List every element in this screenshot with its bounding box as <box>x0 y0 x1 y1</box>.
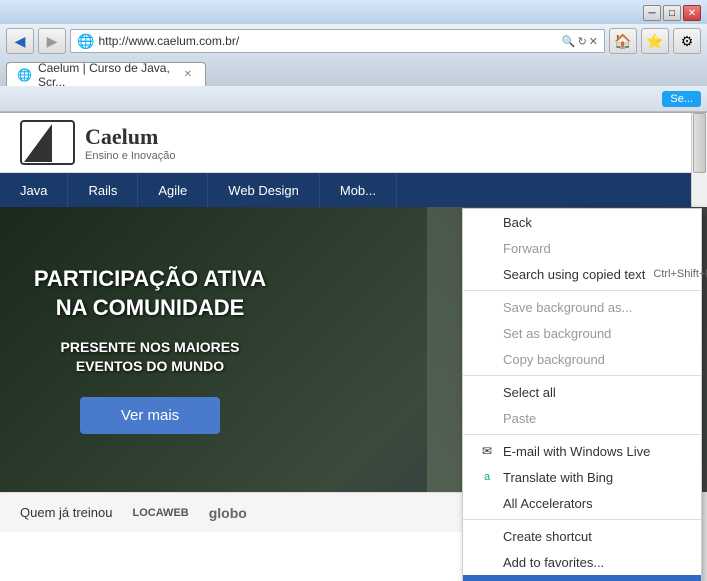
logo-name: Caelum <box>85 124 176 150</box>
search-context-icon <box>479 266 495 282</box>
ctx-copy-bg-label: Copy background <box>503 352 605 367</box>
ctx-email[interactable]: ✉ E-mail with Windows Live <box>463 438 701 464</box>
scrollbar-thumb[interactable] <box>693 113 706 173</box>
nav-java[interactable]: Java <box>0 173 68 207</box>
twitter-button[interactable]: Se... <box>662 91 701 107</box>
website-content: ★ Caelum Ensino e Inovação Java Rails Ag… <box>0 113 707 581</box>
ctx-set-bg-label: Set as background <box>503 326 611 341</box>
nav-webdesign[interactable]: Web Design <box>208 173 320 207</box>
locaweb-logo: LOCAWEB <box>133 507 189 519</box>
ctx-separator-3 <box>463 434 701 435</box>
close-button[interactable]: ✕ <box>683 5 701 21</box>
site-header: ★ Caelum Ensino e Inovação <box>0 113 707 173</box>
email-icon: ✉ <box>479 443 495 459</box>
hero-title: PARTICIPAÇÃO ATIVA NA COMUNIDADE <box>30 265 270 322</box>
nav-mobile[interactable]: Mob... <box>320 173 397 207</box>
site-nav: Java Rails Agile Web Design Mob... <box>0 173 707 207</box>
address-text: http://www.caelum.com.br/ <box>98 34 557 48</box>
back-button[interactable]: ◀ <box>6 28 34 54</box>
address-bar[interactable]: 🌐 http://www.caelum.com.br/ 🔍 ↻ ✕ <box>70 29 605 53</box>
ctx-copy-bg: Copy background <box>463 346 701 372</box>
forward-icon <box>479 240 495 256</box>
active-tab[interactable]: 🌐 Caelum | Curso de Java, Scr... ✕ <box>6 62 206 86</box>
ctx-forward-label: Forward <box>503 241 551 256</box>
tab-close-button[interactable]: ✕ <box>181 68 195 81</box>
ctx-select-all-label: Select all <box>503 385 556 400</box>
browser-chrome: ─ □ ✕ ◀ ▶ 🌐 http://www.caelum.com.br/ 🔍 … <box>0 0 707 113</box>
ctx-search-shortcut: Ctrl+Shift+L <box>653 268 707 280</box>
select-all-icon <box>479 384 495 400</box>
favorites-button[interactable]: ⭐ <box>641 28 669 54</box>
logo-tagline: Ensino e Inovação <box>85 150 176 162</box>
ctx-forward: Forward <box>463 235 701 261</box>
hero-button[interactable]: Ver mais <box>80 397 220 434</box>
browser-icon: 🌐 <box>77 33 94 50</box>
refresh-icon[interactable]: ↻ <box>578 35 587 48</box>
title-bar: ─ □ ✕ <box>0 0 707 24</box>
footer-text: Quem já treinou <box>20 505 113 520</box>
ctx-view-source[interactable]: View source <box>463 575 701 581</box>
ctx-save-bg-label: Save background as... <box>503 300 632 315</box>
ctx-search-label: Search using copied text <box>503 267 645 282</box>
context-menu: Back Forward Search using copied text Ct… <box>462 208 702 581</box>
toolbar-bar: Se... <box>0 86 707 112</box>
ctx-add-favorites-label: Add to favorites... <box>503 555 604 570</box>
maximize-button[interactable]: □ <box>663 5 681 21</box>
tab-label: Caelum | Curso de Java, Scr... <box>38 61 175 89</box>
logo-box: ★ <box>20 120 75 165</box>
tools-button[interactable]: ⚙ <box>673 28 701 54</box>
navigation-bar: ◀ ▶ 🌐 http://www.caelum.com.br/ 🔍 ↻ ✕ 🏠 … <box>0 24 707 58</box>
home-button[interactable]: 🏠 <box>609 28 637 54</box>
ctx-search[interactable]: Search using copied text Ctrl+Shift+L <box>463 261 701 287</box>
ctx-back-label: Back <box>503 215 532 230</box>
nav-rails[interactable]: Rails <box>68 173 138 207</box>
favorites-ctx-icon <box>479 554 495 570</box>
translate-icon: a <box>479 469 495 485</box>
minimize-button[interactable]: ─ <box>643 5 661 21</box>
ctx-email-label: E-mail with Windows Live <box>503 444 650 459</box>
ctx-add-favorites[interactable]: Add to favorites... <box>463 549 701 575</box>
back-icon <box>479 214 495 230</box>
ctx-accelerators[interactable]: All Accelerators <box>463 490 701 516</box>
ctx-translate-label: Translate with Bing <box>503 470 613 485</box>
ctx-create-shortcut[interactable]: Create shortcut <box>463 523 701 549</box>
nav-agile[interactable]: Agile <box>138 173 208 207</box>
ctx-back[interactable]: Back <box>463 209 701 235</box>
ctx-accelerators-label: All Accelerators <box>503 496 593 511</box>
globo-logo: globo <box>209 505 247 521</box>
accelerators-icon <box>479 495 495 511</box>
window-controls: ─ □ ✕ <box>643 5 701 21</box>
hero-content: PARTICIPAÇÃO ATIVA NA COMUNIDADE PRESENT… <box>0 245 300 453</box>
ctx-set-bg: Set as background <box>463 320 701 346</box>
copy-bg-icon <box>479 351 495 367</box>
save-bg-icon <box>479 299 495 315</box>
logo-text: Caelum Ensino e Inovação <box>85 124 176 162</box>
search-icon[interactable]: 🔍 <box>562 35 576 48</box>
logo-star: ★ <box>28 126 35 135</box>
ctx-separator-2 <box>463 375 701 376</box>
set-bg-icon <box>479 325 495 341</box>
tab-bar: 🌐 Caelum | Curso de Java, Scr... ✕ <box>0 58 707 86</box>
ctx-create-shortcut-label: Create shortcut <box>503 529 592 544</box>
tab-favicon: 🌐 <box>17 68 32 82</box>
ctx-separator-1 <box>463 290 701 291</box>
shortcut-icon <box>479 528 495 544</box>
ctx-paste-label: Paste <box>503 411 536 426</box>
ctx-translate[interactable]: a Translate with Bing <box>463 464 701 490</box>
hero-subtitle: PRESENTE NOS MAIORES EVENTOS DO MUNDO <box>30 338 270 377</box>
address-bar-icons: 🔍 ↻ ✕ <box>562 35 598 48</box>
forward-button[interactable]: ▶ <box>38 28 66 54</box>
ctx-separator-4 <box>463 519 701 520</box>
ctx-paste: Paste <box>463 405 701 431</box>
paste-icon <box>479 410 495 426</box>
ctx-select-all[interactable]: Select all <box>463 379 701 405</box>
ctx-save-bg: Save background as... <box>463 294 701 320</box>
stop-icon[interactable]: ✕ <box>589 35 598 48</box>
